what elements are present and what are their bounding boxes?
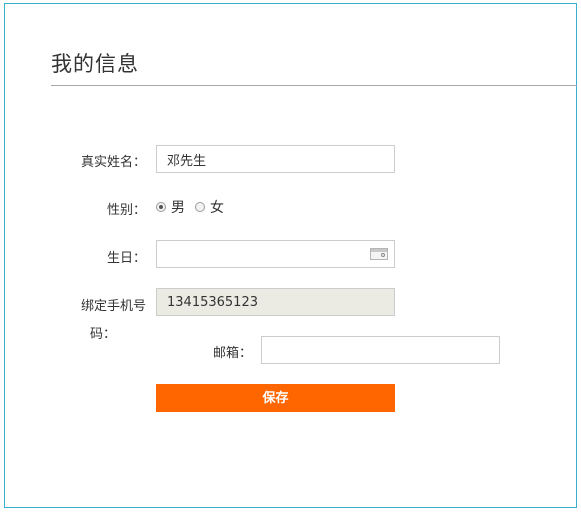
title-divider bbox=[51, 85, 577, 86]
gender-radio-group: 男 女 bbox=[156, 197, 234, 217]
page-title: 我的信息 bbox=[51, 52, 139, 76]
phone-label-line2: 码： bbox=[89, 327, 116, 342]
gender-female-label[interactable]: 女 bbox=[210, 197, 224, 217]
email-label: 邮箱： bbox=[212, 346, 252, 361]
gender-male-radio[interactable] bbox=[156, 202, 166, 212]
birthday-label: 生日： bbox=[106, 251, 146, 266]
calendar-icon[interactable] bbox=[370, 248, 388, 260]
gender-male-label[interactable]: 男 bbox=[171, 197, 185, 217]
gender-label: 性别： bbox=[106, 203, 146, 218]
name-input[interactable] bbox=[156, 145, 395, 173]
save-button[interactable]: 保存 bbox=[156, 384, 395, 412]
name-label: 真实姓名： bbox=[80, 155, 146, 170]
phone-input bbox=[156, 288, 395, 316]
birthday-input[interactable] bbox=[156, 240, 395, 268]
gender-female-radio[interactable] bbox=[195, 202, 205, 212]
phone-label-line1: 绑定手机号 bbox=[80, 299, 146, 314]
email-input[interactable] bbox=[261, 336, 500, 364]
